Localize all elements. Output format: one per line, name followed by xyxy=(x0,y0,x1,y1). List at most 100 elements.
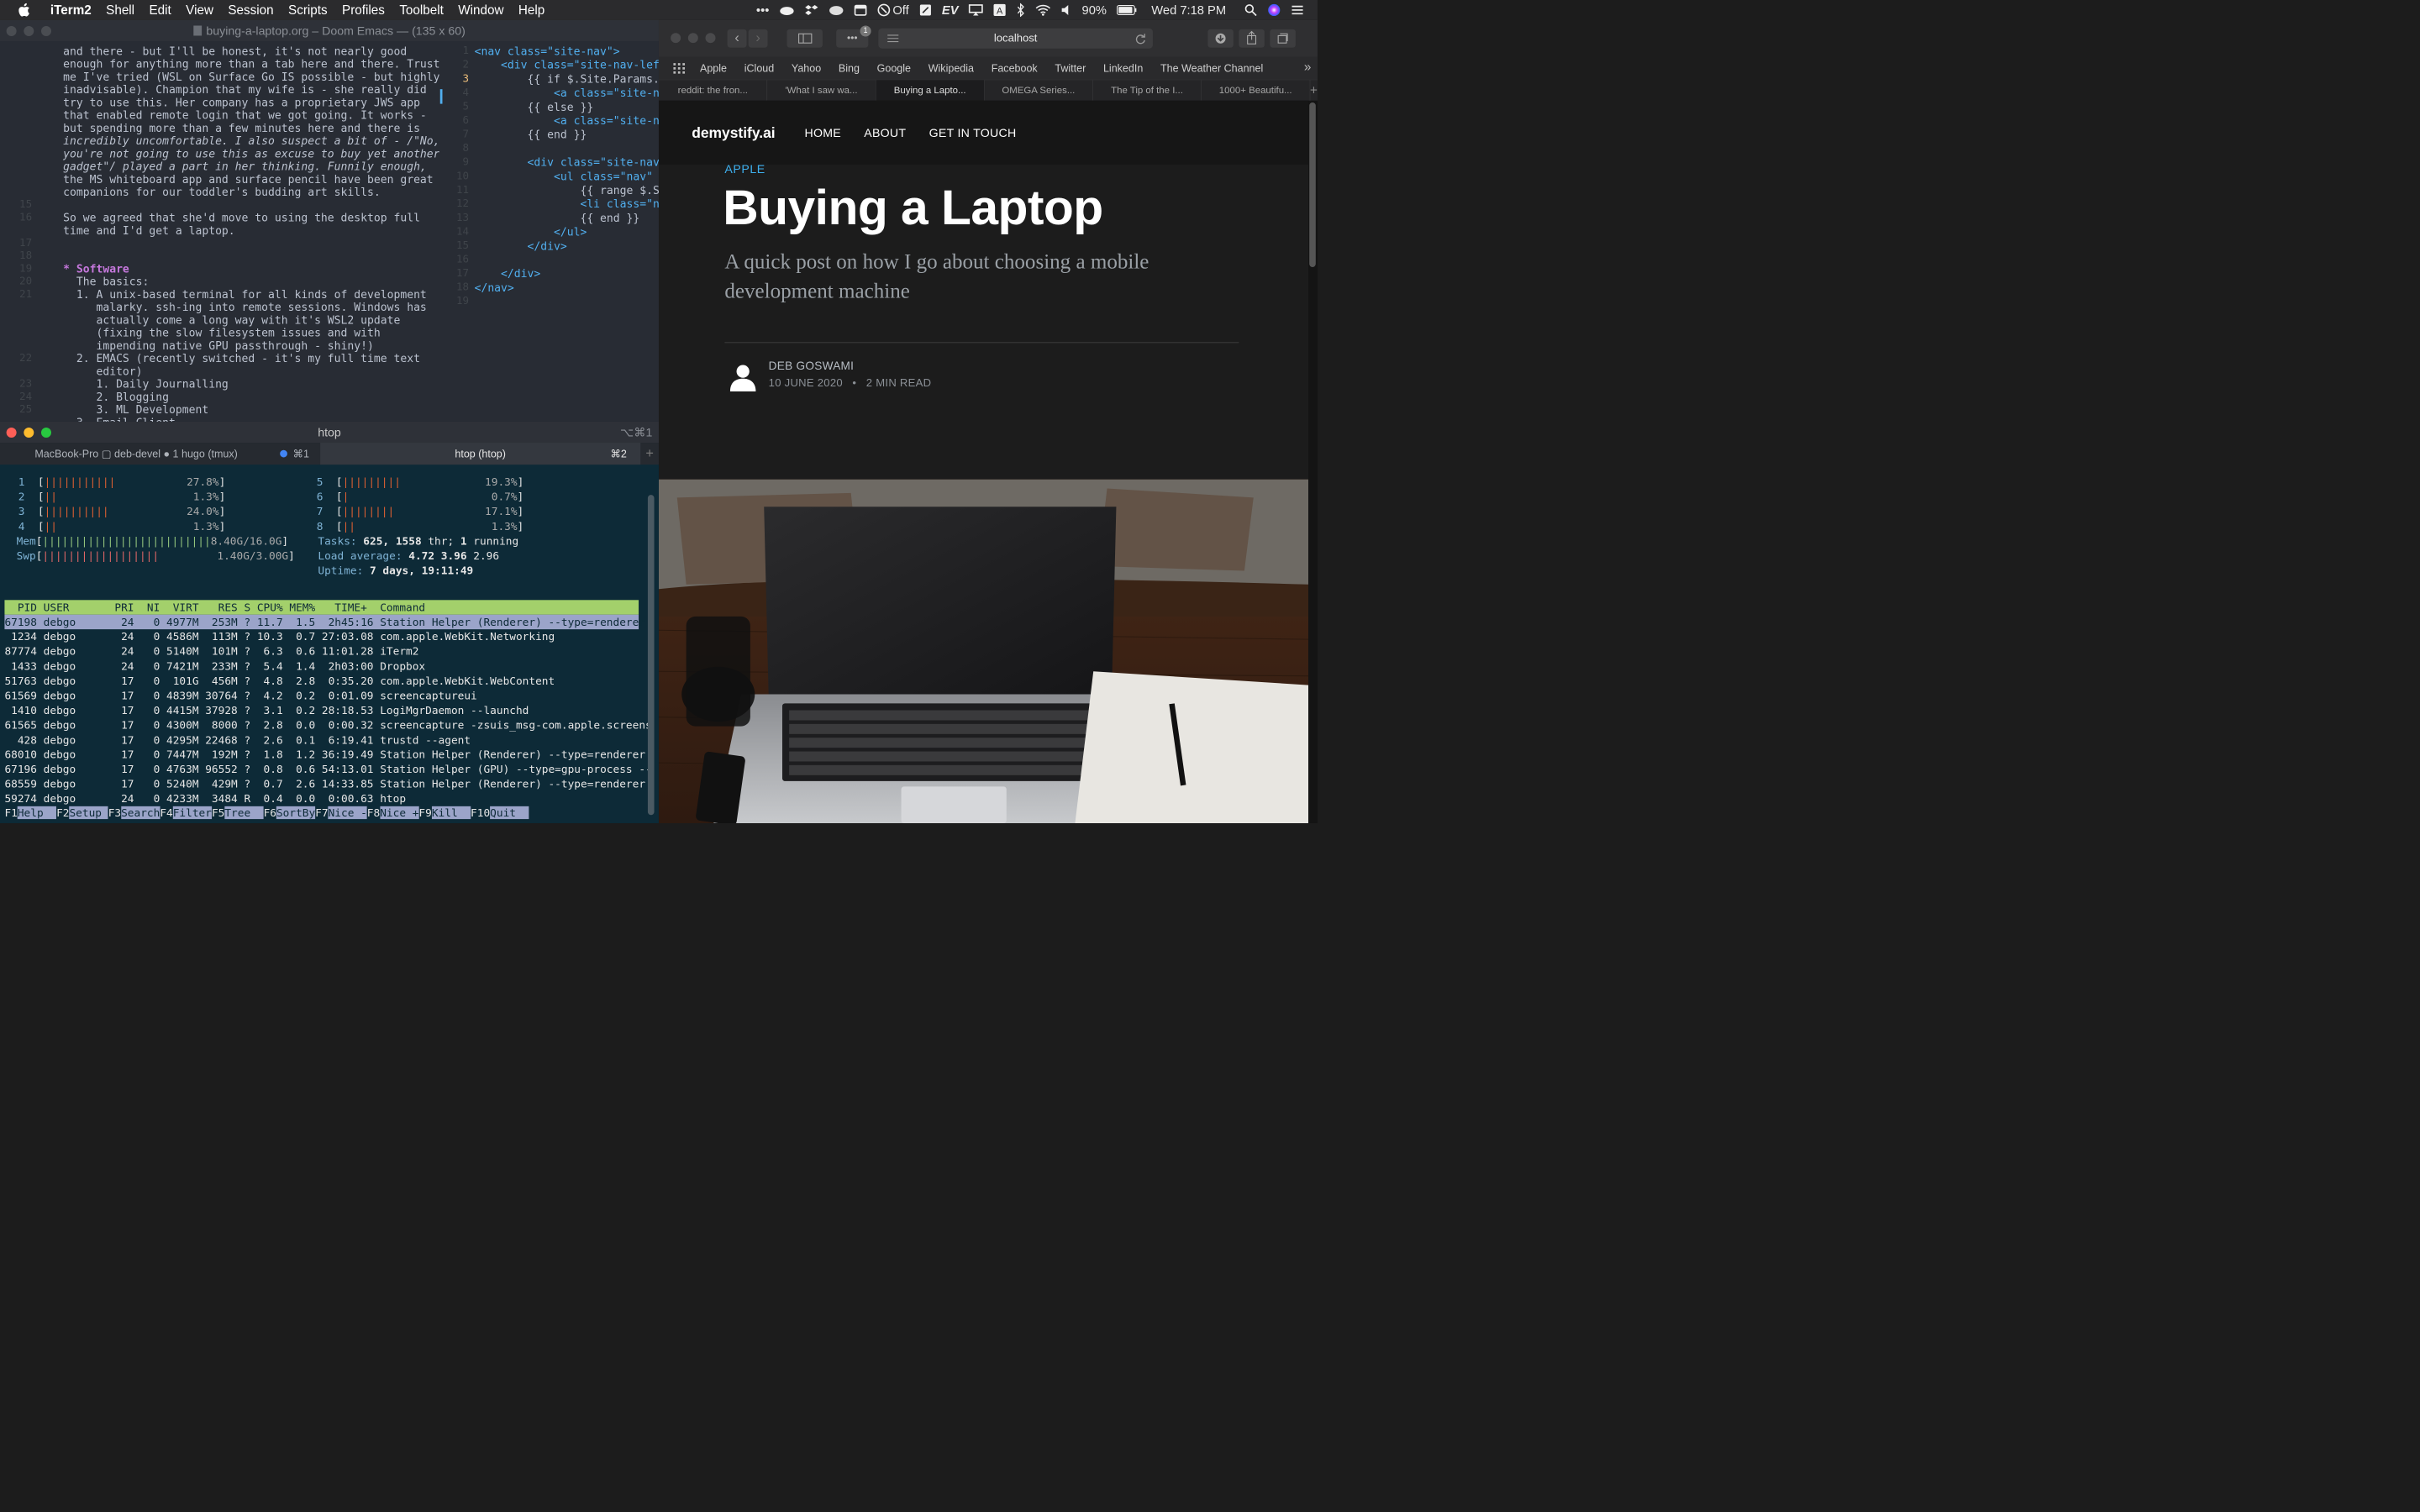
author-avatar-icon[interactable] xyxy=(729,362,757,392)
html-editor-pane[interactable]: 1 <nav class="site-nav"> 2 <div class="sit… xyxy=(446,41,659,422)
battery-icon[interactable] xyxy=(1116,4,1137,15)
function-key-label[interactable]: Quit xyxy=(490,806,529,820)
more-favorites-icon[interactable]: » xyxy=(1304,60,1311,74)
menu-shell[interactable]: Shell xyxy=(106,3,134,17)
function-key[interactable]: F1 xyxy=(4,806,17,819)
nav-link-home[interactable]: HOME xyxy=(804,125,841,139)
dropbox-icon[interactable] xyxy=(805,4,818,16)
function-key-label[interactable]: Tree xyxy=(224,806,264,820)
menu-app-name[interactable]: iTerm2 xyxy=(50,3,92,17)
tab-htop[interactable]: htop (htop) ⌘2 xyxy=(320,443,641,465)
favorite-icloud[interactable]: iCloud xyxy=(744,62,775,75)
spotlight-search-icon[interactable] xyxy=(1244,3,1257,17)
minimize-icon[interactable] xyxy=(24,428,34,438)
process-row[interactable]: 67196 debgo 17 0 4763M 96552 ? 0.8 0.6 5… xyxy=(4,762,651,776)
tab-overview-button[interactable] xyxy=(1270,29,1296,48)
safari-tab[interactable]: 'What I saw wa... xyxy=(767,80,876,101)
safari-tab[interactable]: reddit: the fron... xyxy=(659,80,768,101)
back-button[interactable]: ‹ xyxy=(727,29,747,48)
close-icon[interactable] xyxy=(671,33,681,44)
function-key[interactable]: F4 xyxy=(160,806,172,819)
favorite-bing[interactable]: Bing xyxy=(839,62,860,75)
function-key[interactable]: F9 xyxy=(418,806,431,819)
function-key-label[interactable]: Help xyxy=(17,806,57,820)
process-row[interactable]: 1410 debgo 17 0 4415M 37928 ? 3.1 0.2 28… xyxy=(4,703,529,717)
process-row[interactable]: 1433 debgo 24 0 7421M 233M ? 5.4 1.4 2h0… xyxy=(4,659,425,673)
htop-titlebar[interactable]: htop ⌥⌘1 xyxy=(0,421,659,444)
wifi-icon[interactable] xyxy=(1035,4,1051,16)
process-row[interactable]: 67198 debgo 24 0 4977M 253M ? 11.7 1.5 2… xyxy=(4,614,645,630)
close-icon[interactable] xyxy=(6,428,17,438)
reload-icon[interactable] xyxy=(1134,33,1146,45)
minimize-icon[interactable] xyxy=(24,26,34,37)
org-editor-pane[interactable]: and there - but I'll be honest, it's not… xyxy=(0,41,439,422)
siri-icon[interactable] xyxy=(1267,3,1281,17)
apple-logo-icon[interactable] xyxy=(18,3,39,17)
emacs-titlebar[interactable]: buying-a-laptop.org – Doom Emacs — (135 … xyxy=(0,19,659,41)
safari-tab[interactable]: The Tip of the I... xyxy=(1093,80,1202,101)
favorite-apple[interactable]: Apple xyxy=(700,62,727,75)
function-key-label[interactable]: Filter xyxy=(172,806,212,820)
function-key[interactable]: F7 xyxy=(315,806,328,819)
minimize-icon[interactable] xyxy=(687,33,698,44)
function-key[interactable]: F10 xyxy=(471,806,490,819)
battery-percent[interactable]: 90% xyxy=(1082,3,1107,18)
grid-icon[interactable] xyxy=(672,62,686,74)
new-tab-button[interactable]: + xyxy=(640,443,659,465)
favorite-facebook[interactable]: Facebook xyxy=(992,62,1038,75)
function-key-label[interactable]: Nice - xyxy=(328,806,367,820)
tab-tmux[interactable]: MacBook-Pro ▢ deb-devel ● 1 hugo (tmux) … xyxy=(0,443,320,465)
more-dots-icon[interactable]: ••• xyxy=(756,3,769,18)
vpn-icon[interactable]: Off xyxy=(877,3,909,18)
function-key[interactable]: F5 xyxy=(212,806,224,819)
htop-output[interactable]: 1 [||||||||||| 27.8%] 5 [||||||||| 19.3%]… xyxy=(0,465,659,823)
function-key-label[interactable]: Nice + xyxy=(380,806,419,820)
input-source-icon[interactable]: A xyxy=(993,3,1006,16)
function-key-label[interactable]: Search xyxy=(121,806,160,820)
safari-tab[interactable]: Buying a Lapto... xyxy=(876,80,985,101)
menu-help[interactable]: Help xyxy=(518,3,544,17)
menu-session[interactable]: Session xyxy=(228,3,273,17)
author-name[interactable]: DEB GOSWAMI xyxy=(769,360,855,373)
process-row[interactable]: 68559 debgo 17 0 5240M 429M ? 0.7 2.6 14… xyxy=(4,777,645,791)
function-key-label[interactable]: Setup xyxy=(69,806,108,820)
process-row[interactable]: 87774 debgo 24 0 5140M 101M ? 6.3 0.6 11… xyxy=(4,644,418,659)
zoom-icon[interactable] xyxy=(705,33,716,44)
function-key[interactable]: F3 xyxy=(108,806,121,819)
htop-scrollbar[interactable] xyxy=(647,495,655,816)
process-row[interactable]: 61569 debgo 17 0 4839M 30764 ? 4.2 0.2 0… xyxy=(4,688,476,702)
post-tag[interactable]: APPLE xyxy=(724,162,765,176)
notes-icon[interactable] xyxy=(919,3,932,16)
clock[interactable]: Wed 7:18 PM xyxy=(1151,3,1226,18)
menu-window[interactable]: Window xyxy=(458,3,503,17)
creative-cloud-icon[interactable] xyxy=(829,4,844,15)
menu-toolbelt[interactable]: Toolbelt xyxy=(399,3,444,17)
process-row[interactable]: 68010 debgo 17 0 7447M 192M ? 1.8 1.2 36… xyxy=(4,748,645,762)
address-bar[interactable]: localhost xyxy=(878,28,1153,49)
calendar-icon[interactable] xyxy=(854,4,867,16)
menu-view[interactable]: View xyxy=(186,3,213,17)
forward-button[interactable]: › xyxy=(748,29,768,48)
safari-tab[interactable]: OMEGA Series... xyxy=(985,80,1093,101)
process-row[interactable]: 59274 debgo 24 0 4233M 3484 R 0.4 0.0 0:… xyxy=(4,791,406,806)
process-row[interactable]: 51763 debgo 17 0 101G 456M ? 4.8 2.8 0:3… xyxy=(4,674,555,688)
zoom-icon[interactable] xyxy=(40,428,51,438)
function-key-label[interactable]: SortBy xyxy=(276,806,316,820)
menu-edit[interactable]: Edit xyxy=(149,3,171,17)
bluetooth-icon[interactable] xyxy=(1016,3,1025,18)
cloud-icon[interactable] xyxy=(779,4,795,15)
nav-link-contact[interactable]: GET IN TOUCH xyxy=(929,125,1017,139)
page-scrollbar[interactable] xyxy=(1309,102,1316,267)
close-icon[interactable] xyxy=(6,26,17,37)
process-row[interactable]: 428 debgo 17 0 4295M 22468 ? 2.6 0.1 6:1… xyxy=(4,732,471,747)
favorite-google[interactable]: Google xyxy=(877,62,911,75)
function-key[interactable]: F8 xyxy=(367,806,380,819)
zoom-icon[interactable] xyxy=(40,26,51,37)
airplay-icon[interactable] xyxy=(968,4,983,16)
nav-link-about[interactable]: ABOUT xyxy=(864,125,906,139)
sidebar-button[interactable] xyxy=(786,29,823,48)
function-key[interactable]: F6 xyxy=(264,806,276,819)
new-tab-button[interactable]: + xyxy=(1310,80,1318,100)
favorite-the-weather-channel[interactable]: The Weather Channel xyxy=(1160,62,1263,75)
favorite-twitter[interactable]: Twitter xyxy=(1055,62,1086,75)
